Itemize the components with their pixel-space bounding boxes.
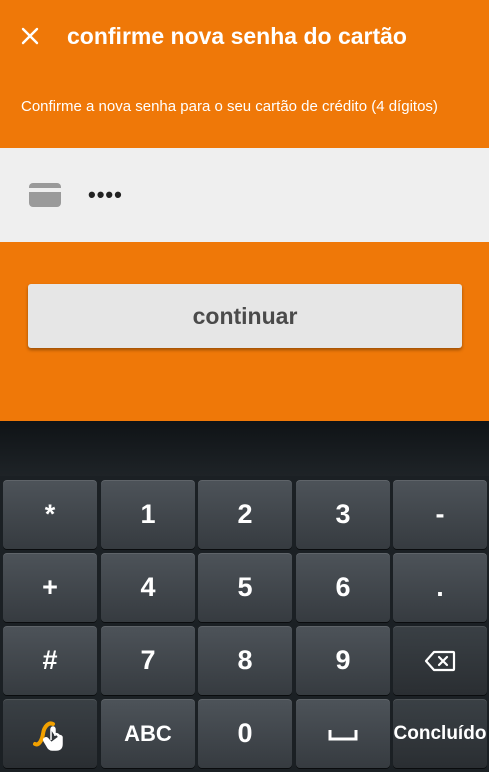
space-bar-icon: [328, 729, 358, 740]
key-swype[interactable]: [3, 699, 97, 768]
pin-field-row: [0, 148, 489, 242]
key-plus[interactable]: +: [3, 553, 97, 622]
close-icon: [21, 27, 39, 45]
key-1[interactable]: 1: [101, 480, 195, 549]
key-backspace[interactable]: [393, 626, 487, 695]
pin-input[interactable]: [84, 175, 472, 215]
app-screen: confirme nova senha do cartão Confirme a…: [0, 0, 489, 421]
key-done[interactable]: Concluído: [393, 699, 487, 768]
key-asterisk[interactable]: *: [3, 480, 97, 549]
key-4[interactable]: 4: [101, 553, 195, 622]
key-9[interactable]: 9: [296, 626, 390, 695]
backspace-icon: [424, 650, 456, 671]
key-space[interactable]: [296, 699, 390, 768]
instructions-text: Confirme a nova senha para o seu cartão …: [21, 98, 438, 115]
key-5[interactable]: 5: [198, 553, 292, 622]
continue-button[interactable]: continuar: [28, 284, 462, 348]
key-8[interactable]: 8: [198, 626, 292, 695]
key-hash[interactable]: #: [3, 626, 97, 695]
key-2[interactable]: 2: [198, 480, 292, 549]
key-0[interactable]: 0: [198, 699, 292, 768]
swype-gesture-icon: [33, 721, 63, 751]
page-title: confirme nova senha do cartão: [67, 23, 407, 49]
keyboard-top-bar: [0, 421, 489, 476]
numeric-keyboard: * 1 2 3 - + 4 5 6 . # 7 8 9 ABC 0 Conclu…: [0, 476, 489, 772]
key-3[interactable]: 3: [296, 480, 390, 549]
key-period[interactable]: .: [393, 553, 487, 622]
key-abc[interactable]: ABC: [101, 699, 195, 768]
key-6[interactable]: 6: [296, 553, 390, 622]
key-minus[interactable]: -: [393, 480, 487, 549]
credit-card-icon: [29, 183, 61, 207]
key-7[interactable]: 7: [101, 626, 195, 695]
close-button[interactable]: [14, 20, 46, 52]
